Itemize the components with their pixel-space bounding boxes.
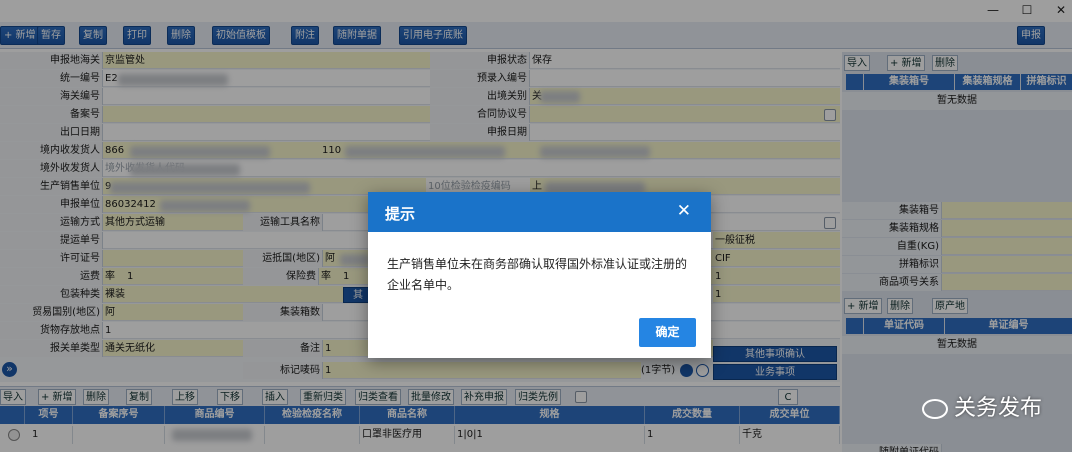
watermark-text: 关务发布 <box>953 396 1042 421</box>
dialog-header: 提示 ✕ <box>368 192 711 232</box>
wechat-icon <box>921 399 948 419</box>
confirm-button[interactable]: 确定 <box>639 318 696 347</box>
close-icon[interactable]: ✕ <box>677 201 691 221</box>
watermark: 关务发布 <box>921 390 1042 422</box>
dialog-message: 生产销售单位未在商务部确认取得国外标准认证或注册的企业名单中。 <box>387 257 688 292</box>
dialog-title: 提示 <box>385 205 416 223</box>
alert-dialog: 提示 ✕ 生产销售单位未在商务部确认取得国外标准认证或注册的企业名单中。 确定 <box>368 192 711 358</box>
